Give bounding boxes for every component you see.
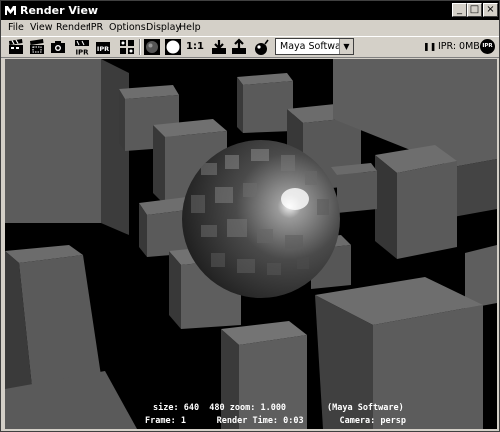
menu-display[interactable]: Display <box>146 22 181 34</box>
render-options-icon[interactable] <box>118 38 136 56</box>
minimize-button[interactable]: _ <box>452 3 467 17</box>
render-frame-info: Frame: 1 Render Time: 0:03 Camera: persp <box>145 416 406 426</box>
title-bar[interactable]: Render View _ □ × <box>1 1 499 20</box>
ipr-badge-text: IPR <box>482 43 493 49</box>
menu-ipr[interactable]: IPR <box>88 22 103 34</box>
ipr-memory-label: IPR: 0MB <box>438 41 480 52</box>
render-view-window: Render View _ □ × File View Render IPR O… <box>0 0 500 432</box>
scene-cube <box>375 145 457 259</box>
menu-options[interactable]: Options <box>109 22 146 34</box>
window-title: Render View <box>20 4 99 17</box>
render-clapper-icon[interactable] <box>7 38 25 56</box>
zoom-one-to-one-button[interactable]: 1:1 <box>186 40 206 58</box>
rgb-channel-icon[interactable] <box>143 38 161 56</box>
render-image-viewport[interactable]: size: 640 480 zoom: 1.000 (Maya Software… <box>5 59 497 429</box>
keep-image-icon[interactable] <box>210 38 228 56</box>
menu-view[interactable]: View <box>30 22 53 34</box>
menu-help[interactable]: Help <box>179 22 201 34</box>
ipr-render-icon[interactable]: IPR <box>73 38 91 56</box>
alpha-channel-icon[interactable] <box>164 38 182 56</box>
toolbar-separator <box>139 39 141 55</box>
svg-text:IPR: IPR <box>97 45 109 53</box>
material-sphere-icon[interactable] <box>253 38 271 56</box>
scene-cube <box>5 59 129 235</box>
maximize-button[interactable]: □ <box>467 3 482 17</box>
close-button[interactable]: × <box>483 3 498 17</box>
toolbar: IPR IPR 1:1 Maya Software ▼ ❚❚ IPR: 0MB … <box>1 36 499 58</box>
chevron-down-icon: ▼ <box>339 39 353 54</box>
svg-text:IPR: IPR <box>75 49 89 57</box>
menu-render[interactable]: Render <box>56 22 90 34</box>
renderer-dropdown[interactable]: Maya Software ▼ <box>275 38 354 55</box>
snapshot-camera-icon[interactable] <box>49 38 67 56</box>
ipr-badge-icon[interactable]: IPR <box>480 39 495 54</box>
scene-cube <box>237 73 293 133</box>
menu-bar: File View Render IPR Options Display Hel… <box>1 20 499 36</box>
maya-app-icon <box>5 6 16 15</box>
pause-ipr-button[interactable]: ❚❚ <box>423 41 436 53</box>
rendered-scene <box>5 59 497 429</box>
menu-file[interactable]: File <box>8 22 24 34</box>
reflective-sphere <box>182 140 340 298</box>
ipr-refresh-icon[interactable]: IPR <box>94 38 112 56</box>
remove-image-icon[interactable] <box>230 38 248 56</box>
render-size-info: size: 640 480 zoom: 1.000 (Maya Software… <box>153 403 404 413</box>
render-region-icon[interactable] <box>28 38 46 56</box>
